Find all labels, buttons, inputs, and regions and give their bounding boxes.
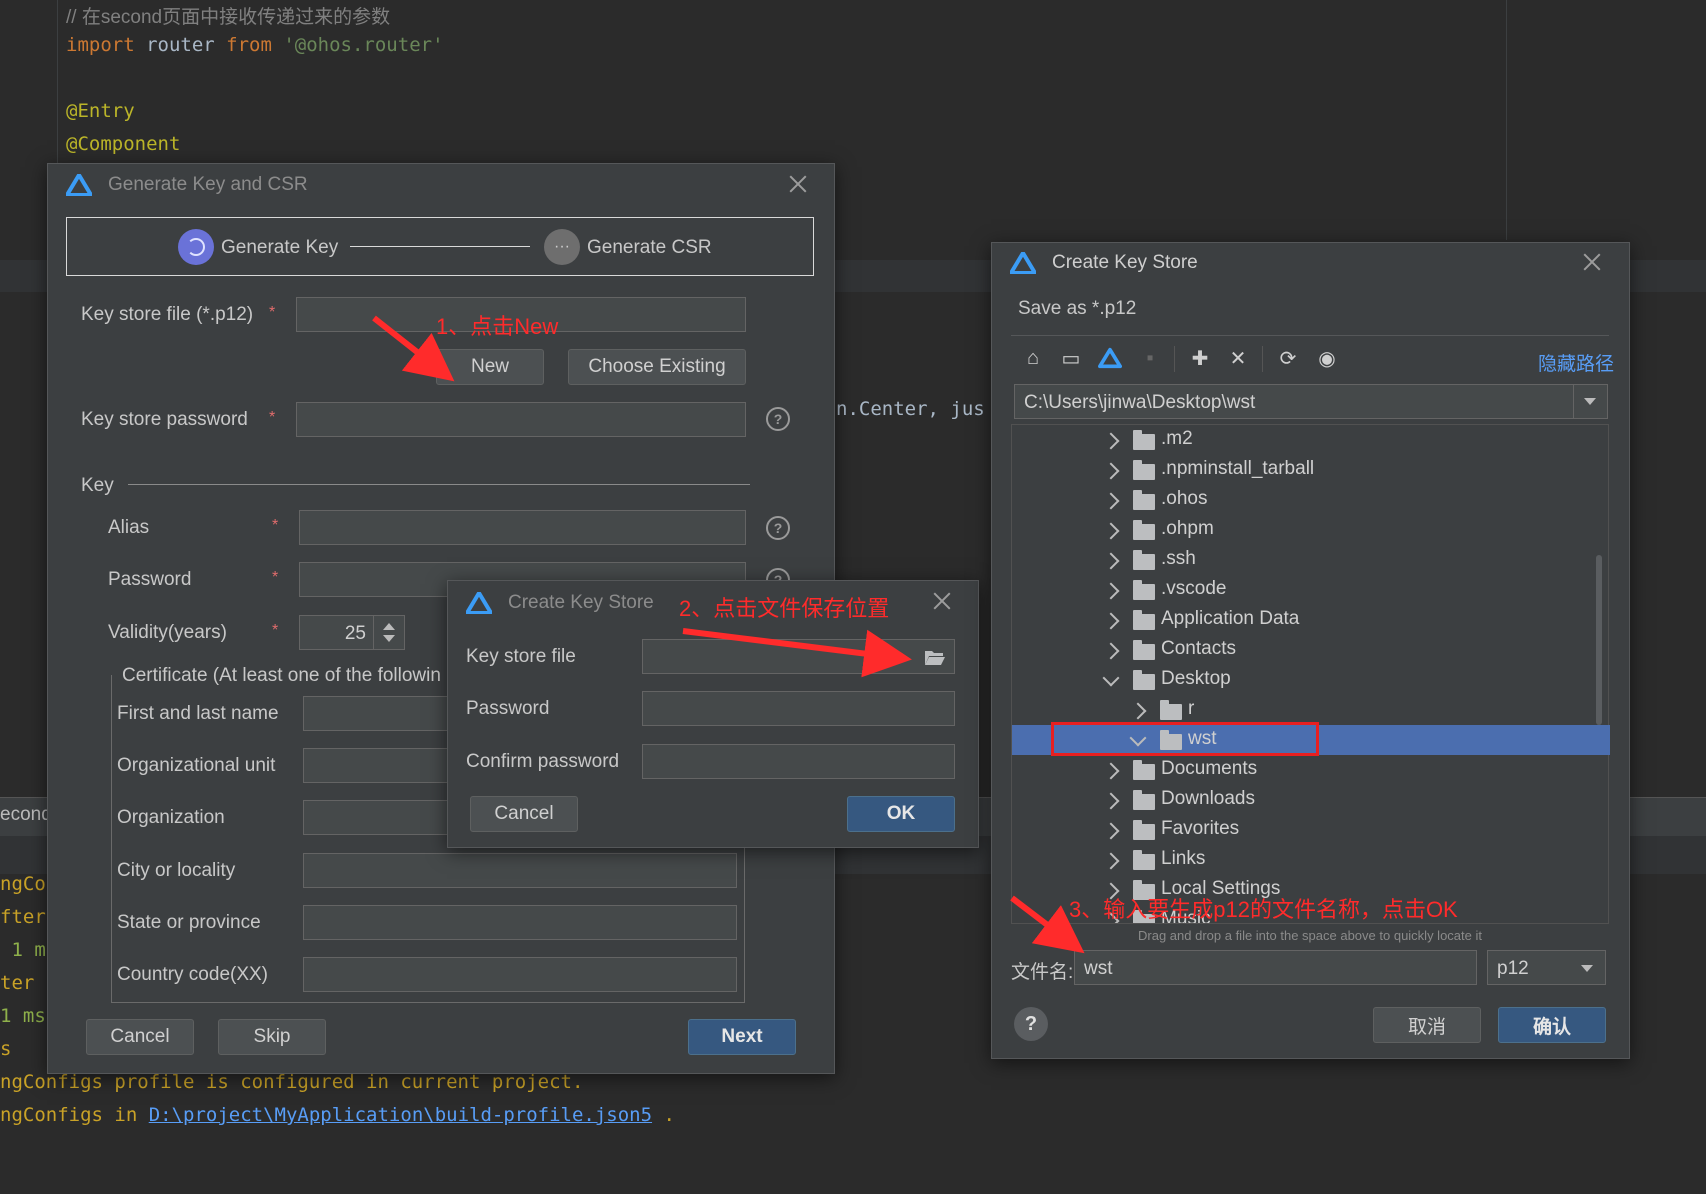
arrow-to-new-button — [372, 315, 455, 382]
arrow-to-folder-icon — [682, 628, 912, 678]
arrow-to-filename-input — [1010, 895, 1085, 954]
annotation-arrows — [372, 315, 1085, 954]
